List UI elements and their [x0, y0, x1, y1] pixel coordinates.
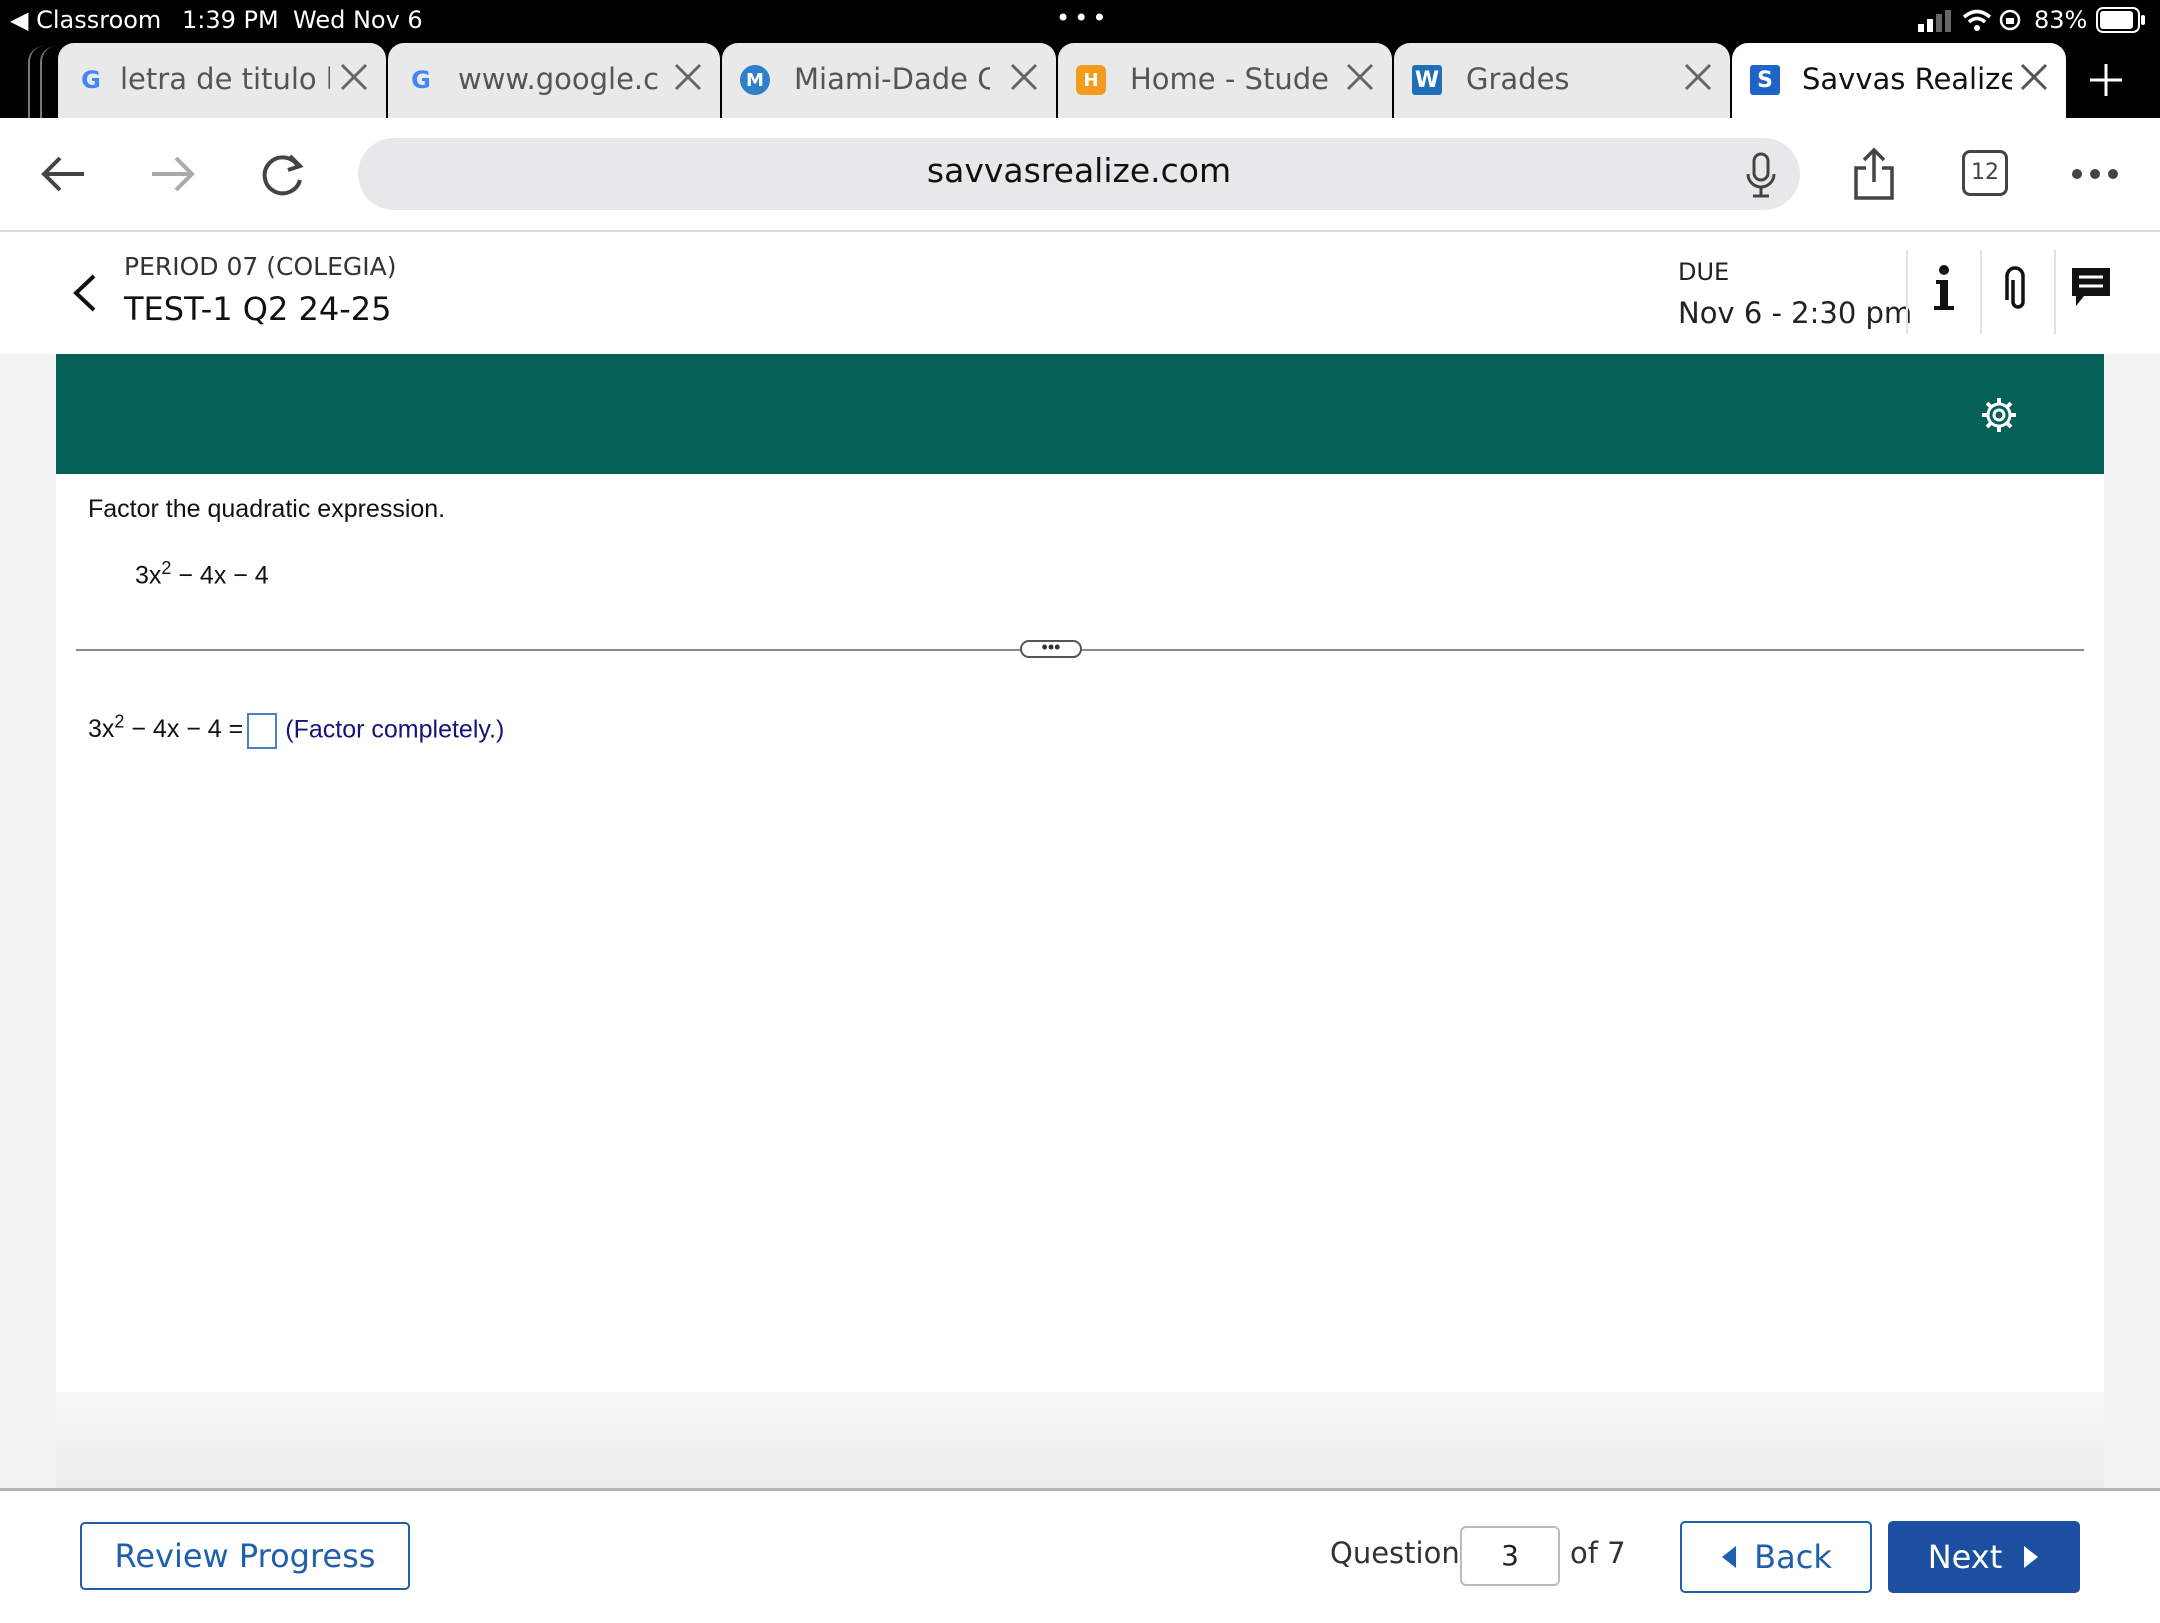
question-number-input[interactable]: 3	[1460, 1526, 1560, 1586]
share-icon[interactable]	[1852, 146, 1896, 202]
forward-arrow-icon[interactable]	[148, 152, 198, 196]
next-label: Next	[1927, 1538, 2003, 1576]
close-tab-icon[interactable]	[336, 59, 372, 95]
question-prompt: Factor the quadratic expression.	[88, 495, 446, 523]
more-options-icon[interactable]	[2070, 164, 2120, 184]
cellular-signal-icon	[1918, 10, 1951, 32]
close-tab-icon[interactable]	[1680, 59, 1716, 95]
back-label: Back	[1754, 1538, 1832, 1576]
next-triangle-icon	[2024, 1546, 2039, 1568]
tab-title: Savvas Realize	[1802, 62, 2012, 96]
reload-icon[interactable]	[256, 148, 308, 200]
close-tab-icon[interactable]	[1006, 59, 1042, 95]
status-date: Wed Nov 6	[293, 6, 423, 34]
next-button[interactable]: Next	[1888, 1521, 2080, 1593]
tab-savvas-realize[interactable]: S Savvas Realize	[1732, 43, 2066, 118]
close-tab-icon[interactable]	[2016, 59, 2052, 95]
orientation-lock-icon	[1999, 9, 2021, 31]
close-tab-icon[interactable]	[670, 59, 706, 95]
factor-hint: (Factor completely.)	[285, 715, 505, 744]
answer-input-box[interactable]	[247, 712, 278, 749]
expand-toggle-button[interactable]: •••	[1020, 638, 1082, 658]
tab-title: www.google.co	[458, 62, 658, 96]
tab-miami-dade[interactable]: M Miami-Dade Co	[722, 43, 1056, 118]
status-time: 1:39 PM	[182, 6, 279, 34]
back-button[interactable]: Back	[1680, 1521, 1872, 1593]
header-divider	[2054, 250, 2056, 334]
back-to-app-link[interactable]: ◀ Classroom	[10, 6, 161, 34]
paperclip-icon[interactable]	[2004, 266, 2032, 312]
multitask-dots-icon[interactable]: •••	[1056, 4, 1110, 32]
tab-title: Home - Studen	[1130, 62, 1330, 96]
battery-percent: 83%	[2034, 6, 2088, 34]
settings-gear-icon[interactable]	[1980, 396, 2018, 434]
question-banner	[56, 354, 2104, 474]
due-label: DUE	[1678, 258, 1730, 286]
tab-title: Grades	[1466, 62, 1570, 96]
status-bar: ◀ Classroom 1:39 PM Wed Nov 6 ••• 83%	[0, 0, 2160, 40]
quadratic-expression: 3x2 − 4x − 4	[135, 558, 269, 590]
tab-letra-de-titulo[interactable]: G letra de titulo b	[58, 43, 386, 118]
content-fade	[56, 1392, 2104, 1488]
due-date: Nov 6 - 2:30 pm	[1678, 296, 1913, 330]
answer-row: 3x2 − 4x − 4 = (Factor completely.)	[88, 712, 504, 749]
home-student-icon: H	[1076, 65, 1106, 95]
tab-title: letra de titulo b	[120, 62, 330, 96]
new-tab-plus-icon[interactable]	[2086, 60, 2126, 100]
back-chevron-icon[interactable]	[70, 272, 100, 314]
url-text[interactable]: savvasrealize.com	[358, 151, 1800, 190]
close-tab-icon[interactable]	[1342, 59, 1378, 95]
grades-w-icon: W	[1412, 65, 1442, 95]
review-progress-button[interactable]: Review Progress	[80, 1522, 410, 1590]
tab-google[interactable]: G www.google.co	[388, 43, 720, 118]
info-icon[interactable]	[1930, 264, 1958, 312]
question-card	[56, 474, 2104, 1392]
question-label: Question	[1330, 1536, 1460, 1570]
header-divider	[1906, 250, 1908, 334]
miami-dade-icon: M	[740, 65, 770, 95]
microphone-icon[interactable]	[1744, 152, 1778, 198]
tab-title: Miami-Dade Co	[794, 62, 990, 96]
tab-grades[interactable]: W Grades	[1394, 43, 1730, 118]
tab-home-student[interactable]: H Home - Studen	[1058, 43, 1392, 118]
answer-lhs: 3x2 − 4x − 4 =	[88, 712, 244, 744]
question-total: of 7	[1570, 1536, 1626, 1570]
battery-icon	[2096, 7, 2145, 33]
comment-icon[interactable]	[2070, 266, 2112, 308]
class-period: PERIOD 07 (COLEGIA)	[124, 252, 397, 281]
tab-count-button[interactable]: 12	[1962, 150, 2008, 196]
google-icon: G	[81, 66, 101, 94]
wifi-icon	[1962, 9, 1992, 31]
savvas-icon: S	[1750, 65, 1780, 95]
google-icon: G	[411, 66, 431, 94]
assignment-title: TEST-1 Q2 24-25	[124, 290, 392, 328]
back-arrow-icon[interactable]	[38, 152, 88, 196]
header-divider	[1980, 250, 1982, 334]
back-triangle-icon	[1722, 1546, 1737, 1568]
